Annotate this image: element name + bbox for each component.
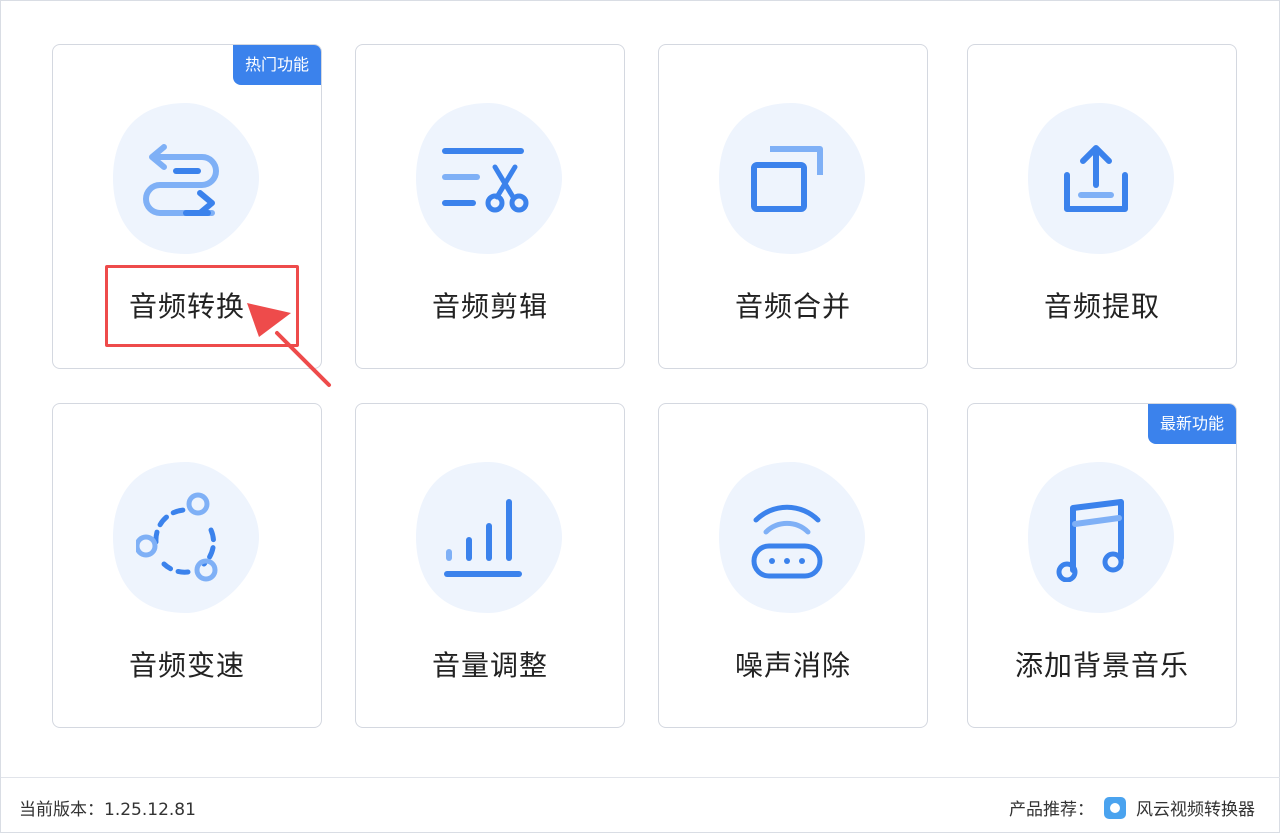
card-volume-adjust[interactable]: 音量调整 bbox=[355, 403, 625, 728]
merge-squares-icon bbox=[751, 146, 823, 212]
footer-divider bbox=[1, 777, 1280, 778]
card-label: 音量调整 bbox=[431, 649, 548, 682]
card-label: 音频剪辑 bbox=[431, 290, 548, 323]
card-audio-speed[interactable]: 音频变速 bbox=[52, 403, 322, 728]
convert-arrows-icon bbox=[143, 144, 219, 216]
upload-tray-icon bbox=[1064, 145, 1128, 212]
card-audio-convert[interactable]: 热门功能 音频转换 bbox=[52, 44, 322, 369]
card-label: 音频提取 bbox=[1043, 290, 1160, 323]
new-feature-badge: 最新功能 bbox=[1147, 404, 1236, 444]
scissors-icon bbox=[442, 148, 529, 213]
recommend-label: 产品推荐： bbox=[1009, 800, 1094, 820]
noise-router-icon bbox=[751, 504, 823, 579]
speed-cycle-icon bbox=[136, 492, 218, 582]
app-logo-icon[interactable] bbox=[1104, 796, 1126, 819]
hot-feature-badge: 热门功能 bbox=[232, 45, 321, 85]
card-add-background-music[interactable]: 最新功能 添加背景音乐 bbox=[967, 403, 1237, 728]
card-audio-extract[interactable]: 音频提取 bbox=[967, 44, 1237, 369]
music-note-icon bbox=[1056, 499, 1124, 582]
card-noise-removal[interactable]: 噪声消除 bbox=[658, 403, 928, 728]
card-audio-merge[interactable]: 音频合并 bbox=[658, 44, 928, 369]
card-label: 音频变速 bbox=[128, 649, 245, 682]
product-recommendation: 产品推荐： 风云视频转换器 bbox=[1009, 795, 1255, 820]
card-label: 添加背景音乐 bbox=[1014, 649, 1189, 682]
volume-bars-icon bbox=[444, 499, 522, 577]
app-window: 热门功能 音频转换 音频剪辑 音频合并 音频提取 音频变速 音量调整 噪声消除 … bbox=[0, 0, 1280, 833]
card-label: 音频合并 bbox=[734, 290, 851, 323]
recommend-app-link[interactable]: 风云视频转换器 bbox=[1136, 795, 1255, 820]
card-label: 噪声消除 bbox=[734, 649, 851, 682]
card-audio-edit[interactable]: 音频剪辑 bbox=[355, 44, 625, 369]
version-text: 当前版本：1.25.12.81 bbox=[19, 800, 196, 820]
card-label: 音频转换 bbox=[128, 290, 245, 323]
